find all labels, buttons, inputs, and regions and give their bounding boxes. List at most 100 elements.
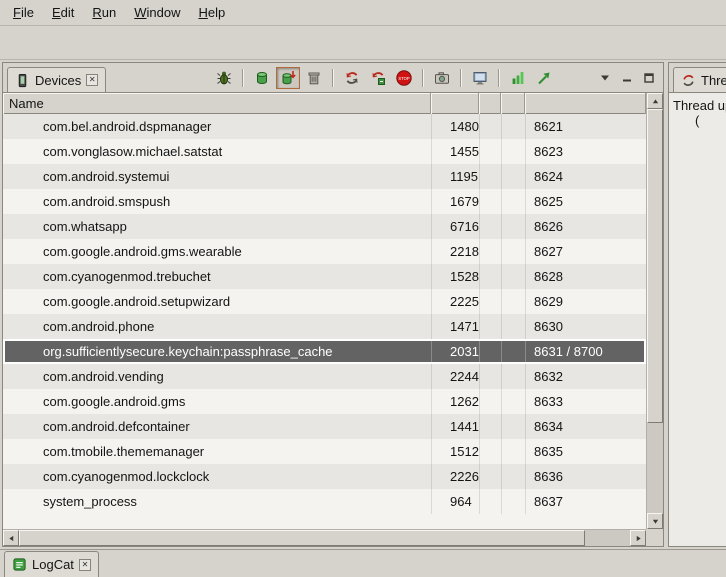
- process-port: 8630: [525, 314, 646, 339]
- main-toolbar: [0, 26, 726, 60]
- heap-icon[interactable]: [250, 67, 274, 89]
- cell-empty: [501, 164, 525, 189]
- logcat-icon: [12, 557, 27, 572]
- table-row[interactable]: com.bel.android.dspmanager14808621: [3, 114, 646, 139]
- process-port: 8626: [525, 214, 646, 239]
- horizontal-scrollbar[interactable]: [3, 529, 646, 546]
- scroll-left-icon[interactable]: [3, 530, 19, 546]
- process-pid: 1679: [431, 189, 479, 214]
- process-name: com.bel.android.dspmanager: [3, 114, 431, 139]
- cell-empty: [479, 489, 501, 514]
- stop-icon[interactable]: STOP: [392, 67, 416, 89]
- threads-panel: Threa Thread up (: [668, 62, 726, 547]
- column-header-port[interactable]: [525, 93, 646, 114]
- scroll-track[interactable]: [647, 423, 663, 513]
- process-name: com.android.phone: [3, 314, 431, 339]
- close-icon[interactable]: ✕: [79, 559, 91, 571]
- cell-empty: [479, 264, 501, 289]
- cell-empty: [501, 264, 525, 289]
- process-pid: 22265: [431, 464, 479, 489]
- cell-empty: [501, 289, 525, 314]
- scrollbar-corner: [646, 529, 663, 546]
- cell-empty: [479, 364, 501, 389]
- table-row-selected[interactable]: org.sufficientlysecure.keychain:passphra…: [3, 339, 646, 364]
- menu-file[interactable]: File: [4, 2, 43, 23]
- table-row[interactable]: com.google.android.setupwizard222508629: [3, 289, 646, 314]
- process-port: 8633: [525, 389, 646, 414]
- cell-empty: [501, 389, 525, 414]
- logcat-bar: LogCat ✕: [0, 549, 726, 577]
- screen-icon[interactable]: [468, 67, 492, 89]
- cell-empty: [501, 314, 525, 339]
- process-port: 8623: [525, 139, 646, 164]
- horizontal-scroll-thumb[interactable]: [19, 530, 585, 546]
- update-threads-icon[interactable]: [340, 67, 364, 89]
- table-row[interactable]: com.vonglasow.michael.satstat145538623: [3, 139, 646, 164]
- table-row[interactable]: com.android.vending224408632: [3, 364, 646, 389]
- menu-window[interactable]: Window: [125, 2, 189, 23]
- cell-empty: [501, 239, 525, 264]
- table-row[interactable]: com.android.defcontainer14411 8634: [3, 414, 646, 439]
- table-row[interactable]: com.android.smspush16798625: [3, 189, 646, 214]
- table-body: com.bel.android.dspmanager14808621 com.v…: [3, 114, 646, 546]
- table-row[interactable]: com.google.android.gms126238633: [3, 389, 646, 414]
- menu-edit[interactable]: Edit: [43, 2, 83, 23]
- heap-update-icon[interactable]: [276, 67, 300, 89]
- table-row[interactable]: com.android.systemui11958624: [3, 164, 646, 189]
- trash-icon[interactable]: [302, 67, 326, 89]
- table-row[interactable]: com.whatsapp67168626: [3, 214, 646, 239]
- screenshot-camera-icon[interactable]: [430, 67, 454, 89]
- profile-threads-icon[interactable]: [366, 67, 390, 89]
- cell-empty: [479, 414, 501, 439]
- close-icon[interactable]: ✕: [86, 74, 98, 86]
- process-name: com.android.defcontainer: [3, 414, 431, 439]
- table-row[interactable]: com.tmobile.thememanager15128635: [3, 439, 646, 464]
- process-pid: 1195: [431, 164, 479, 189]
- process-pid: 1471: [431, 314, 479, 339]
- process-name: com.android.vending: [3, 364, 431, 389]
- process-name: system_process: [3, 489, 431, 514]
- main-area: Devices ✕: [0, 60, 726, 549]
- cell-empty: [479, 389, 501, 414]
- minimize-icon[interactable]: [618, 69, 636, 87]
- column-header-3[interactable]: [479, 93, 501, 114]
- table-row[interactable]: com.android.phone1471 8630: [3, 314, 646, 339]
- process-pid: 12623: [431, 389, 479, 414]
- threads-icon: [681, 73, 696, 88]
- column-header-name[interactable]: Name: [3, 93, 431, 114]
- column-header-pid[interactable]: [431, 93, 479, 114]
- process-port: 8632: [525, 364, 646, 389]
- process-pid: 14411: [431, 414, 479, 439]
- scroll-right-icon[interactable]: [630, 530, 646, 546]
- view-controls: [596, 69, 658, 87]
- maximize-icon[interactable]: [640, 69, 658, 87]
- profiling-arrow-icon[interactable]: [532, 67, 556, 89]
- tab-threads[interactable]: Threa: [673, 67, 726, 92]
- table-row[interactable]: system_process9648637: [3, 489, 646, 514]
- process-pid: 1512: [431, 439, 479, 464]
- tab-devices[interactable]: Devices ✕: [7, 67, 106, 92]
- column-header-4[interactable]: [501, 93, 525, 114]
- menu-run[interactable]: Run: [83, 2, 125, 23]
- tab-devices-label: Devices: [35, 73, 81, 88]
- cell-empty: [501, 214, 525, 239]
- menu-help[interactable]: Help: [189, 2, 234, 23]
- vertical-scroll-thumb[interactable]: [647, 109, 663, 423]
- scroll-up-icon[interactable]: [647, 93, 663, 109]
- tab-logcat[interactable]: LogCat ✕: [4, 551, 99, 577]
- process-port: 8629: [525, 289, 646, 314]
- cell-empty: [501, 364, 525, 389]
- table-row[interactable]: com.google.android.gms.wearable221858627: [3, 239, 646, 264]
- menubar: File Edit Run Window Help: [0, 0, 726, 26]
- cell-empty: [479, 114, 501, 139]
- table-row[interactable]: com.cyanogenmod.trebuchet15288628: [3, 264, 646, 289]
- vertical-scrollbar[interactable]: [646, 93, 663, 529]
- scroll-down-icon[interactable]: [647, 513, 663, 529]
- cell-empty: [501, 464, 525, 489]
- process-port: 8634: [525, 414, 646, 439]
- debug-bug-icon[interactable]: [212, 67, 236, 89]
- scroll-track[interactable]: [585, 530, 630, 546]
- thread-bars-icon[interactable]: [506, 67, 530, 89]
- table-row[interactable]: com.cyanogenmod.lockclock222658636: [3, 464, 646, 489]
- view-menu-icon[interactable]: [596, 69, 614, 87]
